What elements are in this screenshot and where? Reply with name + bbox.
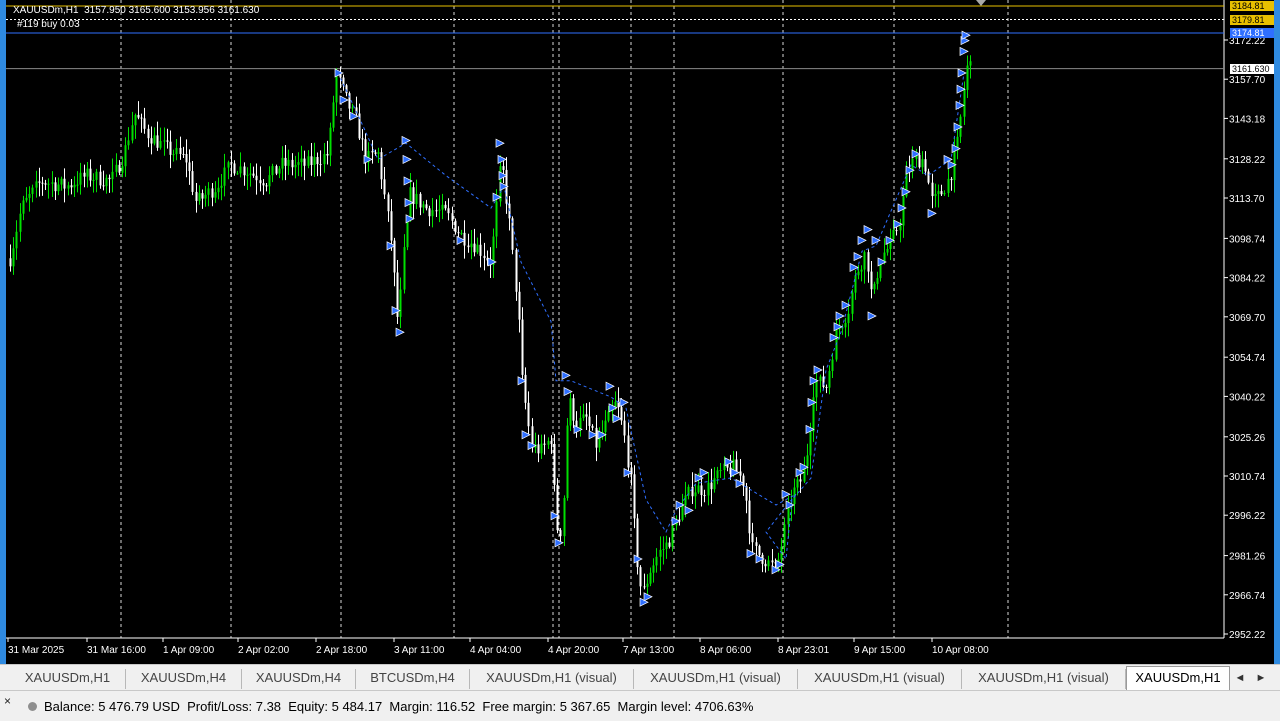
price-level-label: 3174.81 [1230,28,1274,38]
price-tick-label: 3010.74 [1229,472,1266,483]
candle [636,513,639,575]
price-tick-label: 3084.22 [1229,274,1266,285]
price-tick-label: 3113.70 [1229,194,1265,205]
price-tick-label: 2952.22 [1229,630,1266,641]
tab-xauusdm-h1[interactable]: XAUUSDm,H1 [10,669,126,689]
candle [566,418,569,501]
tab-btcusdm-h4[interactable]: BTCUSDm,H4 [356,669,470,689]
chart-tab-bar: XAUUSDm,H1 XAUUSDm,H4 XAUUSDm,H4 BTCUSDm… [0,664,1280,691]
price-tick-label: 3157.70 [1229,75,1266,86]
time-tick-label: 4 Apr 20:00 [548,645,600,656]
time-tick-label: 9 Apr 15:00 [854,645,906,656]
price-level-label: 3179.81 [1230,14,1274,25]
time-tick-label: 7 Apr 13:00 [623,645,675,656]
time-tick-label: 10 Apr 08:00 [932,645,989,656]
time-tick-label: 4 Apr 04:00 [470,645,522,656]
tab-xauusdm-h1-visual-3[interactable]: XAUUSDm,H1 (visual) [798,669,962,689]
time-tick-label: 31 Mar 16:00 [87,645,146,656]
time-tick-label: 2 Apr 18:00 [316,645,368,656]
open-order-label: #119 buy 0.03 [17,19,80,30]
price-level-label: 3184.81 [1230,1,1274,11]
time-tick-label: 8 Apr 23:01 [778,645,830,656]
time-tick-label: 31 Mar 2025 [8,645,65,656]
time-tick-label: 1 Apr 09:00 [163,645,215,656]
price-tick-label: 2981.26 [1229,552,1266,563]
time-tick-label: 3 Apr 11:00 [394,645,445,656]
price-chart[interactable]: 31 Mar 2025 31 Mar 16:00 1 Apr 09:00 2 Apr … [6,0,1274,664]
candle [569,393,572,432]
chart-header-ohlc: XAUUSDm,H1 3157.950 3165.600 3153.956 31… [13,5,260,16]
close-terminal-icon[interactable]: × [4,694,11,708]
account-summary-text: Balance: 5 476.79 USD Profit/Loss: 7.38 … [44,699,754,714]
price-tick-label: 3069.70 [1229,313,1266,324]
price-tick-label: 2996.22 [1229,511,1266,522]
time-tick-label: 2 Apr 02:00 [238,645,290,656]
candle [275,164,278,176]
price-tick-label: 3025.26 [1229,433,1266,444]
tab-scroll-left-icon[interactable]: ◄ [1233,670,1247,686]
window-frame-right [1274,0,1280,664]
chart-background [6,0,1274,664]
tab-xauusdm-h1-visual-4[interactable]: XAUUSDm,H1 (visual) [962,669,1126,689]
time-tick-label: 8 Apr 06:00 [700,645,752,656]
terminal-status-bar: × Balance: 5 476.79 USD Profit/Loss: 7.3… [0,690,1280,721]
status-indicator-icon [28,702,37,711]
price-tick-label: 3128.22 [1229,155,1266,166]
price-tick-label: 3054.74 [1229,353,1266,364]
candlestick-chart-svg[interactable]: 31 Mar 2025 31 Mar 16:00 1 Apr 09:00 2 Apr … [6,0,1274,664]
tab-scroll-right-icon[interactable]: ► [1254,670,1268,686]
candle [556,478,559,534]
tab-xauusdm-h1-visual-1[interactable]: XAUUSDm,H1 (visual) [470,669,634,689]
price-tick-label: 3098.74 [1229,234,1266,245]
price-level-label: 3161.630 [1230,63,1274,74]
price-tick-label: 2966.74 [1229,591,1266,602]
tab-xauusdm-h1-active[interactable]: XAUUSDm,H1 [1126,666,1230,690]
tab-xauusdm-h1-visual-2[interactable]: XAUUSDm,H1 (visual) [634,669,798,689]
tab-xauusdm-h4-2[interactable]: XAUUSDm,H4 [242,669,356,689]
tab-xauusdm-h4[interactable]: XAUUSDm,H4 [126,669,242,689]
price-tick-label: 3143.18 [1229,114,1266,125]
price-tick-label: 3040.22 [1229,392,1266,403]
